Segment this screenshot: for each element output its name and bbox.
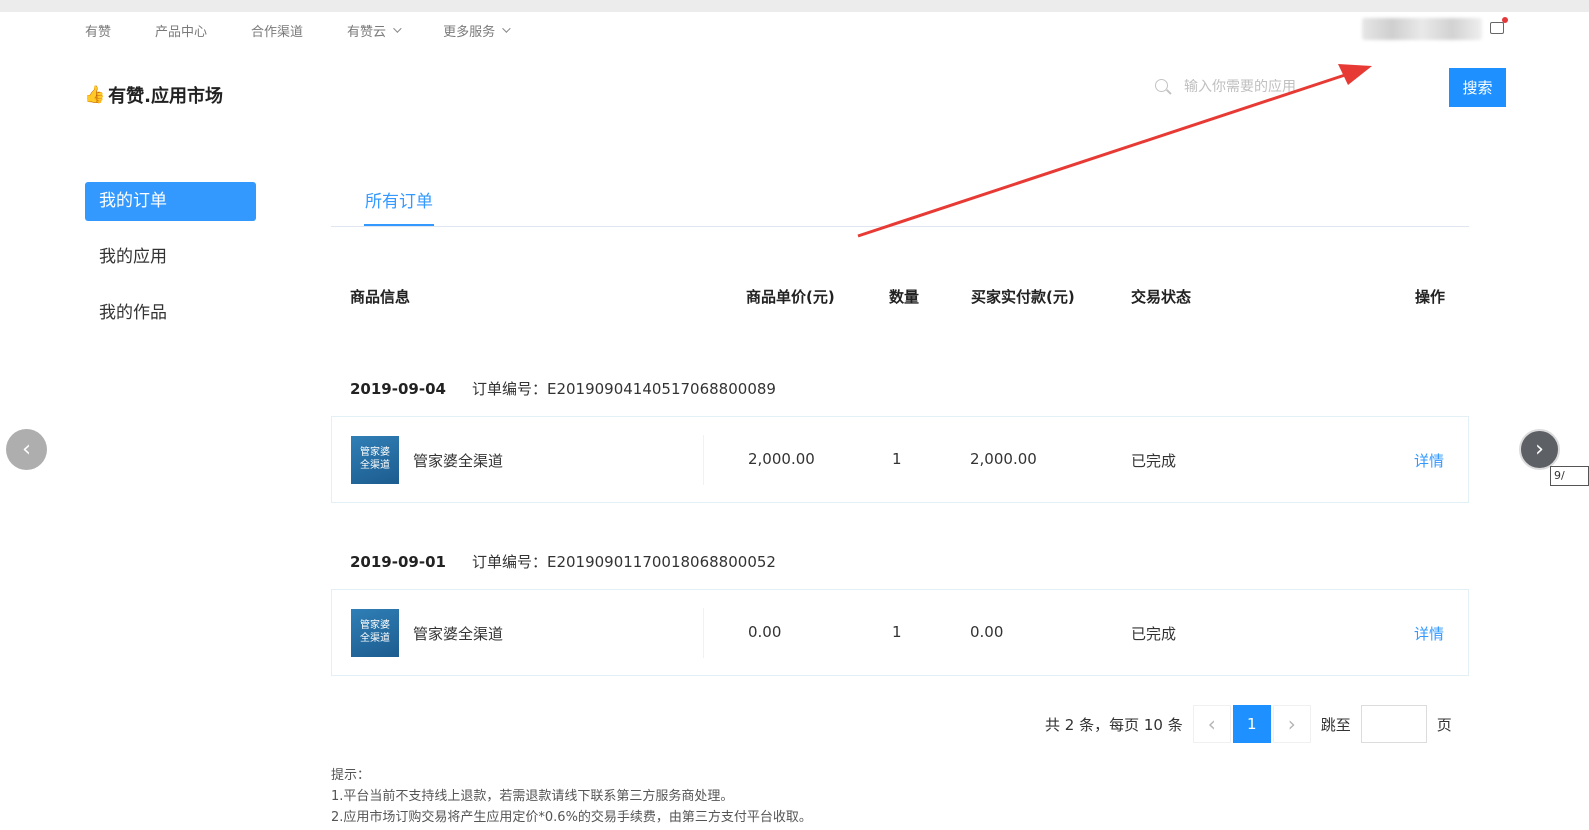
page-unit-label: 页 <box>1436 715 1452 734</box>
paid-amount: 2,000.00 <box>970 450 1037 468</box>
jump-page-input[interactable] <box>1360 705 1427 743</box>
search-input[interactable] <box>1184 79 1384 95</box>
detail-link[interactable]: 详情 <box>1414 623 1444 644</box>
sidebar: 我的订单 我的应用 我的作品 <box>85 182 256 350</box>
order-header: 2019-09-01 订单编号：E20190901170018068800052 <box>350 551 776 572</box>
viewer-next-button[interactable]: › <box>1519 429 1560 470</box>
viewer-counter: 9/ <box>1550 466 1589 486</box>
order-tabs: 所有订单 <box>331 182 1469 227</box>
product-name[interactable]: 管家婆全渠道 <box>413 450 503 471</box>
column-header-action: 操作 <box>1415 288 1446 306</box>
search-box <box>1154 78 1384 96</box>
sidebar-item-my-orders[interactable]: 我的订单 <box>85 182 256 221</box>
nav-youzan-cloud[interactable]: 有赞云 <box>347 21 402 40</box>
order-number: E20190901170018068800052 <box>546 553 776 571</box>
column-header-price: 商品单价(元) <box>746 288 835 306</box>
quantity: 1 <box>892 450 902 468</box>
pagination-summary: 共 2 条，每页 10 条 <box>1045 715 1183 734</box>
cell-divider <box>703 608 704 658</box>
column-header-product: 商品信息 <box>350 288 411 306</box>
product-logo-icon: 管家婆 全渠道 <box>351 436 399 484</box>
tips-line-2: 2.应用市场订购交易将产生应用定价*0.6%的交易手续费，由第三方支付平台收取。 <box>331 810 812 825</box>
sidebar-item-my-works[interactable]: 我的作品 <box>85 294 256 333</box>
thumbs-up-icon: 👍 <box>84 85 106 105</box>
message-icon[interactable] <box>1490 17 1508 34</box>
nav-label: 更多服务 <box>443 24 496 40</box>
order-number-label: 订单编号： <box>471 553 547 571</box>
tab-all-orders[interactable]: 所有订单 <box>364 187 434 226</box>
page-1-button[interactable]: 1 <box>1232 705 1271 743</box>
user-account-blurred[interactable] <box>1362 18 1482 40</box>
next-page-button[interactable]: › <box>1272 705 1311 743</box>
order-date: 2019-09-04 <box>350 380 446 398</box>
order-status: 已完成 <box>1131 625 1177 643</box>
order-number-label: 订单编号： <box>471 380 547 398</box>
quantity: 1 <box>892 623 902 641</box>
chevron-down-icon <box>502 24 511 33</box>
product-logo-text: 全渠道 <box>360 633 390 644</box>
site-logo[interactable]: 👍 有赞.应用市场 <box>84 82 223 108</box>
detail-link[interactable]: 详情 <box>1414 450 1444 471</box>
nav-partner-channels[interactable]: 合作渠道 <box>251 21 303 40</box>
order-status: 已完成 <box>1131 452 1177 470</box>
paid-amount: 0.00 <box>970 623 1004 641</box>
product-logo-text: 全渠道 <box>360 460 390 471</box>
product-logo-icon: 管家婆 全渠道 <box>351 609 399 657</box>
tips-line-1: 1.平台当前不支持线上退款，若需退款请线下联系第三方服务商处理。 <box>331 789 734 804</box>
order-number: E20190904140517068800089 <box>546 380 776 398</box>
cell-divider <box>703 435 704 485</box>
tips-title: 提示： <box>331 768 371 783</box>
chevron-down-icon <box>393 24 402 33</box>
product-name[interactable]: 管家婆全渠道 <box>413 623 503 644</box>
column-header-paid: 买家实付款(元) <box>971 288 1075 306</box>
nav-more-services[interactable]: 更多服务 <box>443 21 511 40</box>
unit-price: 2,000.00 <box>748 450 815 468</box>
search-button[interactable]: 搜索 <box>1449 68 1506 107</box>
logo-text: 有赞.应用市场 <box>108 86 224 107</box>
nav-label: 合作渠道 <box>251 24 304 40</box>
prev-page-button[interactable]: ‹ <box>1192 705 1231 743</box>
jump-label: 跳至 <box>1320 715 1351 734</box>
nav-label: 有赞云 <box>347 24 387 40</box>
column-header-status: 交易状态 <box>1131 288 1192 306</box>
column-header-quantity: 数量 <box>889 288 920 306</box>
top-navigation: 有赞 产品中心 合作渠道 有赞云 更多服务 <box>85 20 552 40</box>
browser-top-strip <box>0 0 1589 12</box>
nav-youzan[interactable]: 有赞 <box>85 21 111 40</box>
product-logo-text: 管家婆 <box>360 620 390 631</box>
tips: 提示： 1.平台当前不支持线上退款，若需退款请线下联系第三方服务商处理。 2.应… <box>331 765 812 828</box>
order-date: 2019-09-01 <box>350 553 446 571</box>
search-icon <box>1154 78 1172 96</box>
unit-price: 0.00 <box>748 623 782 641</box>
table-row: 管家婆 全渠道 管家婆全渠道 2,000.00 1 2,000.00 已完成 详情 <box>331 416 1469 503</box>
pagination: 共 2 条，每页 10 条 ‹ 1 › 跳至 页 <box>1045 705 1452 743</box>
order-header: 2019-09-04 订单编号：E20190904140517068800089 <box>350 378 776 399</box>
nav-label: 有赞 <box>85 24 112 40</box>
table-header: 商品信息 商品单价(元) 数量 买家实付款(元) 交易状态 操作 <box>331 286 1469 310</box>
sidebar-item-my-apps[interactable]: 我的应用 <box>85 238 256 277</box>
nav-label: 产品中心 <box>155 24 208 40</box>
nav-product-center[interactable]: 产品中心 <box>155 21 207 40</box>
table-row: 管家婆 全渠道 管家婆全渠道 0.00 1 0.00 已完成 详情 <box>331 589 1469 676</box>
viewer-prev-button[interactable]: ‹ <box>6 429 47 470</box>
product-logo-text: 管家婆 <box>360 447 390 458</box>
